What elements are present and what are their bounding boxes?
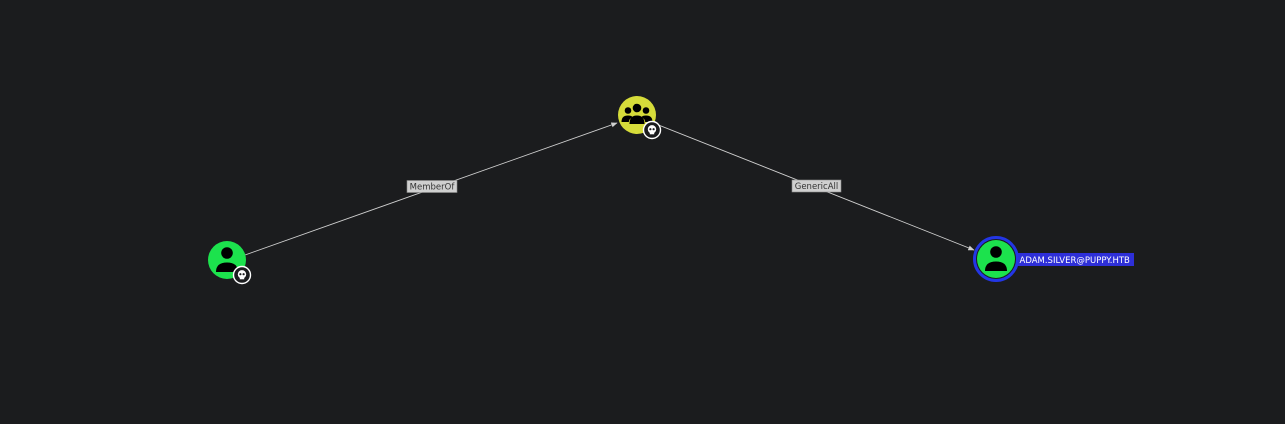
node-user-owned[interactable]: [208, 241, 252, 285]
edge-label-genericall: GenericAll: [795, 182, 839, 192]
skull-icon: [232, 265, 252, 285]
edge-memberof[interactable]: MemberOf: [244, 122, 618, 256]
node-user-target[interactable]: ADAM.SILVER@PUPPY.HTB: [973, 236, 1135, 282]
skull-icon: [642, 120, 662, 140]
edge-label-memberof: MemberOf: [410, 183, 456, 193]
edge-genericall[interactable]: GenericAll: [655, 123, 975, 251]
node-label[interactable]: ADAM.SILVER@PUPPY.HTB: [1020, 256, 1131, 266]
node-circle[interactable]: [977, 240, 1015, 278]
node-group-owned[interactable]: [618, 96, 662, 140]
graph-canvas[interactable]: MemberOf GenericAll ADAM.SILVER@PUPPY.HT…: [0, 0, 1285, 424]
